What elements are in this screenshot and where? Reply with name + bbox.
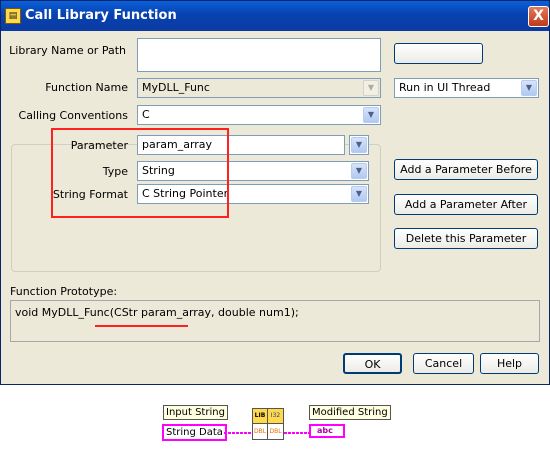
cancel-button[interactable]: Cancel (413, 353, 474, 374)
chevron-down-icon: ▼ (351, 137, 367, 153)
convention-select[interactable]: C ▼ (137, 105, 381, 125)
node-library-icon: LIB (253, 409, 268, 424)
library-path-input[interactable] (137, 38, 381, 72)
add-parameter-before-button[interactable]: Add a Parameter Before (394, 159, 538, 180)
highlight-underline (95, 325, 188, 327)
chevron-down-icon: ▼ (521, 80, 537, 96)
add-parameter-after-button[interactable]: Add a Parameter After (394, 194, 538, 215)
chevron-down-icon: ▼ (363, 107, 379, 123)
function-name-select[interactable]: MyDLL_Func ▼ (137, 78, 381, 98)
highlight-box (51, 128, 229, 218)
function-prototype: void MyDLL_Func(CStr param_array, double… (10, 300, 540, 342)
convention-label: Calling Conventions (18, 109, 128, 122)
node-return-terminal: I32 (268, 409, 283, 424)
string-data-control[interactable]: String Data (162, 424, 227, 441)
string-wire-in (224, 432, 254, 434)
help-button[interactable]: Help (480, 353, 539, 374)
call-library-dialog: ▤ Call Library Function X Library Name o… (0, 0, 550, 385)
close-button[interactable]: X (528, 6, 549, 27)
string-wire-out (284, 432, 310, 434)
chevron-down-icon: ▼ (351, 163, 367, 179)
thread-select[interactable]: Run in UI Thread ▼ (394, 78, 539, 98)
delete-parameter-button[interactable]: Delete this Parameter (394, 228, 538, 249)
string-indicator-glyph: abc (317, 426, 333, 435)
parameter-dropdown[interactable]: ▼ (349, 135, 369, 155)
function-name-value: MyDLL_Func (142, 81, 210, 94)
chevron-down-icon: ▼ (351, 186, 367, 202)
title-bar[interactable]: ▤ Call Library Function X (1, 1, 549, 31)
node-input-terminal: DBL (253, 424, 268, 439)
node-output-terminal: DBL (268, 424, 283, 439)
chevron-down-icon: ▼ (363, 80, 379, 96)
prototype-label: Function Prototype: (10, 285, 118, 298)
modified-string-indicator[interactable]: abc (309, 424, 345, 438)
browse-button[interactable] (394, 43, 483, 64)
app-icon: ▤ (5, 8, 21, 24)
input-string-label: Input String (163, 405, 228, 420)
ok-button[interactable]: OK (343, 353, 402, 374)
function-label: Function Name (45, 81, 128, 94)
thread-value: Run in UI Thread (399, 81, 491, 94)
window-title: Call Library Function (25, 8, 177, 23)
call-library-node[interactable]: LIB I32 DBL DBL (252, 408, 284, 440)
modified-string-label: Modified String (309, 405, 391, 420)
library-label: Library Name or Path (9, 44, 126, 57)
convention-value: C (142, 108, 150, 121)
